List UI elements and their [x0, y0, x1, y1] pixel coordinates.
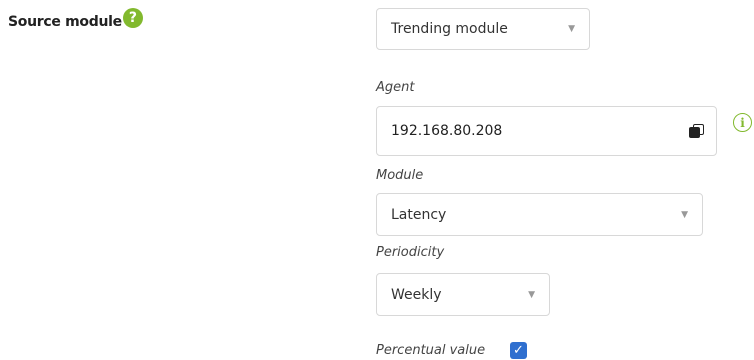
source-module-value: Trending module [391, 21, 508, 37]
chevron-down-icon: ▼ [568, 24, 575, 34]
source-module-label: Source module [8, 14, 122, 30]
help-icon[interactable]: ? [122, 8, 143, 28]
periodicity-select[interactable]: Weekly ▼ [376, 273, 550, 316]
source-module-label-row: Source module ? [8, 8, 143, 30]
module-label: Module [376, 168, 424, 183]
periodicity-value: Weekly [391, 286, 442, 303]
module-value: Latency [391, 206, 447, 223]
percentual-value-checkbox[interactable]: ✓ [510, 342, 527, 359]
copy-icon[interactable] [688, 124, 704, 138]
agent-value: 192.168.80.208 [391, 123, 503, 139]
percentual-value-label: Percentual value [376, 343, 486, 358]
periodicity-label: Periodicity [376, 245, 445, 260]
source-module-select[interactable]: Trending module ▼ [376, 8, 590, 50]
chevron-down-icon: ▼ [528, 289, 535, 300]
module-config-form: Source module ? Trending module ▼ Agent … [0, 0, 754, 360]
agent-input[interactable]: 192.168.80.208 [376, 106, 717, 156]
chevron-down-icon: ▼ [681, 209, 688, 220]
module-select[interactable]: Latency ▼ [376, 193, 703, 236]
info-icon[interactable]: i [733, 113, 752, 132]
agent-label: Agent [376, 80, 415, 95]
